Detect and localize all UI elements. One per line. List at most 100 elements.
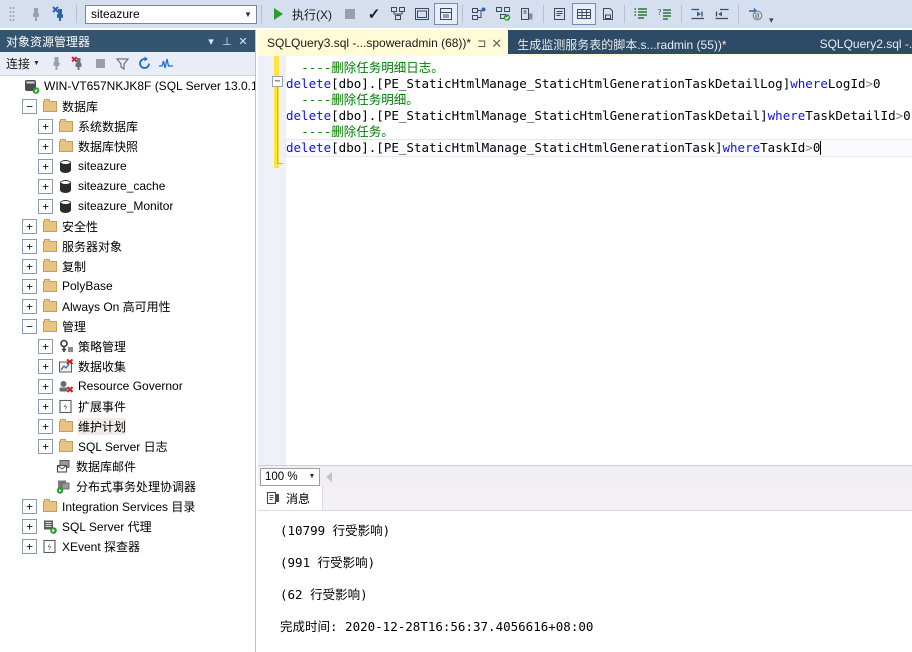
expand-icon[interactable]: + xyxy=(22,259,37,274)
tree-node[interactable]: +siteazure xyxy=(0,156,255,176)
tree-node[interactable]: +数据收集 xyxy=(0,356,255,376)
editor-lines: ----删除任务明细日志。delete [dbo].[PE_StaticHtml… xyxy=(286,60,912,465)
data-collection-icon xyxy=(57,358,74,374)
editor-line[interactable]: ----删除任务明细。 xyxy=(286,92,912,108)
tree-node[interactable]: −管理 xyxy=(0,316,255,336)
tree-node[interactable]: +SQL Server 日志 xyxy=(0,436,255,456)
expand-icon[interactable]: + xyxy=(38,399,53,414)
tree-node[interactable]: +维护计划 xyxy=(0,416,255,436)
expand-icon[interactable]: + xyxy=(38,379,53,394)
tree-node[interactable]: +SQL Server 代理 xyxy=(0,516,255,536)
chevron-down-icon[interactable]: ▾ xyxy=(203,35,219,48)
tree-node[interactable]: 分布式事务处理协调器 xyxy=(0,476,255,496)
expand-icon[interactable]: + xyxy=(22,539,37,554)
editor-line[interactable]: ----删除任务。 xyxy=(286,124,912,140)
tree-node[interactable]: +siteazure_cache xyxy=(0,176,255,196)
increase-indent-button[interactable] xyxy=(710,3,734,25)
collapse-icon[interactable]: − xyxy=(22,319,37,334)
results-tab-label: 消息 xyxy=(286,490,310,507)
expand-icon[interactable]: + xyxy=(38,159,53,174)
tree-node[interactable]: +服务器对象 xyxy=(0,236,255,256)
disconnect-object-explorer-icon[interactable] xyxy=(68,54,90,74)
results-to-text-button[interactable] xyxy=(548,3,572,25)
pin-icon[interactable]: ⊥ xyxy=(219,35,235,48)
tab-monitor-script[interactable]: 生成监测服务表的脚本.s...radmin (55))* xyxy=(508,32,732,56)
expand-icon[interactable]: + xyxy=(38,419,53,434)
tree-node[interactable]: +数据库快照 xyxy=(0,136,255,156)
expand-icon[interactable]: + xyxy=(38,179,53,194)
expand-icon[interactable]: + xyxy=(38,139,53,154)
expand-icon[interactable]: + xyxy=(38,119,53,134)
tree-node[interactable]: −数据库 xyxy=(0,96,255,116)
expand-icon[interactable]: + xyxy=(38,359,53,374)
tree-node[interactable]: +系统数据库 xyxy=(0,116,255,136)
sql-editor[interactable]: − ----删除任务明细日志。delete [dbo].[PE_StaticHt… xyxy=(258,56,912,465)
expand-icon[interactable]: + xyxy=(38,339,53,354)
code-token: LogId xyxy=(828,76,866,92)
tree-node[interactable]: +PolyBase xyxy=(0,276,255,296)
database-selector[interactable]: siteazure ▼ xyxy=(85,5,257,24)
collapse-region-icon[interactable]: − xyxy=(272,76,283,87)
horizontal-scrollbar[interactable] xyxy=(332,470,912,484)
expand-icon[interactable]: + xyxy=(22,239,37,254)
tree-node[interactable]: +扩展事件 xyxy=(0,396,255,416)
tree-node[interactable]: +Resource Governor xyxy=(0,376,255,396)
expand-icon[interactable]: + xyxy=(38,199,53,214)
connect-object-explorer-icon[interactable] xyxy=(46,54,68,74)
refresh-icon[interactable] xyxy=(134,54,156,74)
toolbar-overflow-button[interactable]: ▾ xyxy=(769,15,774,28)
tab-sqlquery3[interactable]: SQLQuery3.sql -...spoweradmin (68))* ⊐ ✕ xyxy=(258,30,508,56)
display-estimated-plan-button[interactable] xyxy=(386,3,410,25)
tree-node[interactable]: +策略管理 xyxy=(0,336,255,356)
tree-node[interactable]: 数据库邮件 xyxy=(0,456,255,476)
tree-node[interactable]: +复制 xyxy=(0,256,255,276)
tree-node[interactable]: +XEvent 探查器 xyxy=(0,536,255,556)
sqlcmd-mode-button[interactable] xyxy=(515,3,539,25)
execute-button[interactable] xyxy=(266,3,290,25)
tree-node[interactable]: +Integration Services 目录 xyxy=(0,496,255,516)
zoom-level-selector[interactable]: 100 % ▼ xyxy=(260,468,320,486)
database-mail-icon xyxy=(55,458,72,474)
chevron-down-icon[interactable]: ▼ xyxy=(33,60,40,67)
collapse-icon[interactable]: − xyxy=(22,99,37,114)
parse-button[interactable]: ✓ xyxy=(362,3,386,25)
new-connection-icon[interactable] xyxy=(24,3,48,25)
uncomment-lines-button[interactable]: ? xyxy=(653,3,677,25)
comment-lines-button[interactable] xyxy=(629,3,653,25)
query-options-button[interactable] xyxy=(410,3,434,25)
filter-icon[interactable] xyxy=(112,54,134,74)
decrease-indent-button[interactable] xyxy=(686,3,710,25)
results-messages[interactable]: (10799 行受影响)(991 行受影响)(62 行受影响)完成时间: 202… xyxy=(258,511,912,652)
expand-icon[interactable]: + xyxy=(38,439,53,454)
expand-icon[interactable]: + xyxy=(22,219,37,234)
include-live-stats-button[interactable] xyxy=(467,3,491,25)
close-icon[interactable]: ✕ xyxy=(235,35,251,48)
stop-icon[interactable] xyxy=(90,54,112,74)
editor-line[interactable]: delete [dbo].[PE_StaticHtmlManage_Static… xyxy=(286,140,912,156)
pin-icon[interactable]: ⊐ xyxy=(477,37,486,50)
object-explorer-tree[interactable]: WIN-VT657NKJK8F (SQL Server 13.0.16−数据库+… xyxy=(0,76,255,652)
results-to-file-button[interactable] xyxy=(596,3,620,25)
editor-line[interactable]: delete [dbo].[PE_StaticHtmlManage_Static… xyxy=(286,108,912,124)
tree-node[interactable]: +siteazure_Monitor xyxy=(0,196,255,216)
expand-icon[interactable]: + xyxy=(22,519,37,534)
connect-button[interactable]: 连接 xyxy=(6,55,30,72)
close-icon[interactable]: ✕ xyxy=(491,37,502,50)
tab-sqlquery2[interactable]: SQLQuery2.sql -...s xyxy=(811,32,912,56)
expand-icon[interactable]: + xyxy=(22,299,37,314)
tab-messages[interactable]: 消息 xyxy=(258,486,323,510)
tree-node[interactable]: WIN-VT657NKJK8F (SQL Server 13.0.16 xyxy=(0,76,255,96)
results-to-grid-button[interactable] xyxy=(572,3,596,25)
expand-icon[interactable]: + xyxy=(22,279,37,294)
disconnect-icon[interactable] xyxy=(48,3,72,25)
specify-values-button[interactable]: @ xyxy=(743,3,767,25)
stop-button[interactable] xyxy=(338,3,362,25)
include-client-stats-button[interactable] xyxy=(491,3,515,25)
expand-icon[interactable]: + xyxy=(22,499,37,514)
editor-line[interactable]: delete [dbo].[PE_StaticHtmlManage_Static… xyxy=(286,76,912,92)
tree-node[interactable]: +Always On 高可用性 xyxy=(0,296,255,316)
include-actual-plan-button[interactable] xyxy=(434,3,458,25)
tree-node[interactable]: +安全性 xyxy=(0,216,255,236)
activity-monitor-icon[interactable] xyxy=(156,54,178,74)
editor-line[interactable]: ----删除任务明细日志。 xyxy=(286,60,912,76)
